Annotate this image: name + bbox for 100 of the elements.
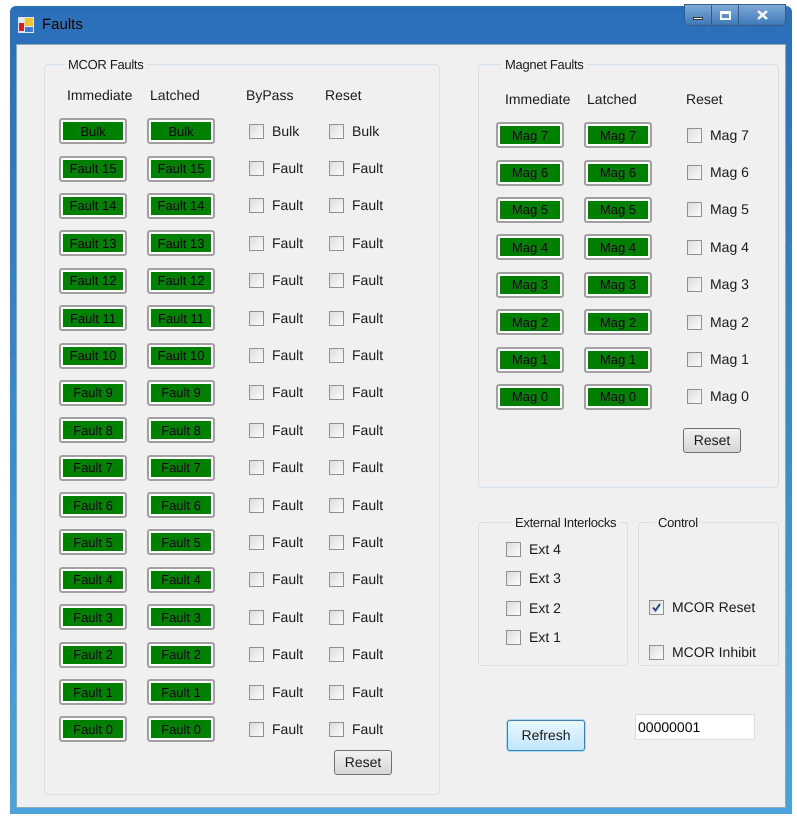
checkbox[interactable]: Fault — [249, 457, 329, 478]
fault-indicator: Mag 5 — [496, 196, 564, 223]
checkbox[interactable]: Fault — [329, 718, 384, 740]
checkbox[interactable]: Ext 4 — [506, 538, 561, 560]
group-title: External Interlocks — [514, 514, 618, 532]
checkbox[interactable]: Mag 5 — [687, 199, 749, 220]
checkbox[interactable]: Mag 2 — [687, 312, 749, 333]
column-header: ByPass — [245, 86, 294, 105]
checkbox[interactable]: Ext 3 — [506, 568, 561, 590]
checkbox[interactable]: MCOR Reset — [649, 596, 756, 618]
checkbox[interactable]: Mag 6 — [687, 162, 749, 184]
fault-indicator: Fault 2 — [59, 642, 127, 668]
checkbox[interactable]: Mag 7 — [687, 124, 749, 146]
fault-indicator: Mag 6 — [496, 160, 564, 186]
checkbox[interactable]: Fault — [329, 420, 384, 441]
refresh-button[interactable]: Refresh — [507, 720, 585, 751]
app-icon — [18, 17, 34, 33]
close-icon — [756, 10, 768, 20]
fault-indicator: Mag 0 — [496, 384, 564, 410]
fault-indicator: Fault 1 — [59, 679, 127, 706]
checkbox[interactable]: Fault — [249, 420, 329, 441]
fault-indicator: Fault 12 — [59, 268, 127, 294]
close-button[interactable] — [739, 5, 785, 25]
column-header: Reset — [324, 86, 362, 104]
fault-indicator: Mag 7 — [496, 122, 564, 148]
fault-indicator: Bulk — [147, 118, 215, 144]
fault-indicator: Fault 10 — [59, 342, 127, 369]
checkbox[interactable]: Mag 4 — [687, 236, 749, 258]
column-header: Immediate — [504, 90, 572, 108]
fault-indicator: Mag 2 — [496, 309, 564, 336]
checkbox[interactable]: MCOR Inhibit — [649, 642, 756, 662]
minimize-button[interactable] — [685, 5, 712, 25]
reset-button[interactable]: Reset — [683, 428, 741, 453]
checkbox[interactable]: Mag 1 — [687, 349, 749, 370]
fault-indicator: Fault 13 — [147, 230, 215, 256]
maximize-button[interactable] — [712, 5, 739, 25]
checkbox[interactable]: Fault — [329, 308, 384, 329]
checkbox[interactable]: Fault — [249, 382, 329, 404]
checkbox[interactable]: Fault — [249, 569, 329, 590]
checkbox[interactable]: Fault — [249, 682, 329, 703]
checkbox[interactable]: Bulk — [329, 120, 380, 142]
reset-button[interactable]: Reset — [334, 750, 392, 776]
fault-indicator: Fault 6 — [147, 492, 215, 518]
fault-indicator: Mag 3 — [496, 272, 564, 298]
fault-indicator: Fault 8 — [147, 417, 215, 444]
checkbox[interactable]: Ext 2 — [506, 598, 561, 619]
fault-indicator: Fault 3 — [59, 604, 127, 630]
column-header: Reset — [685, 90, 723, 108]
checkbox[interactable]: Mag 0 — [687, 386, 749, 408]
column-header: Latched — [586, 90, 638, 108]
checkbox[interactable]: Fault — [329, 232, 384, 254]
value-field[interactable]: 00000001 — [635, 714, 755, 740]
fault-indicator: Mag 4 — [584, 234, 652, 260]
fault-indicator: Mag 5 — [584, 196, 652, 223]
column-header: Immediate — [66, 86, 134, 104]
group-title: Control — [657, 514, 699, 532]
checkbox[interactable]: Fault — [249, 718, 329, 740]
fault-indicator: Fault 0 — [59, 716, 127, 742]
checkbox[interactable]: Fault — [329, 532, 384, 553]
fault-indicator: Mag 3 — [584, 272, 652, 298]
checkbox[interactable]: Fault — [329, 345, 384, 366]
checkbox[interactable]: Fault — [249, 532, 329, 553]
fault-indicator: Fault 8 — [59, 417, 127, 444]
checkbox[interactable]: Fault — [329, 606, 384, 628]
checkbox[interactable]: Fault — [329, 158, 384, 180]
checkbox[interactable]: Fault — [249, 270, 329, 292]
check-icon — [651, 602, 662, 612]
checkbox[interactable]: Fault — [249, 158, 329, 180]
checkbox[interactable]: Mag 3 — [687, 274, 749, 296]
checkbox[interactable]: Fault — [329, 270, 384, 292]
checkbox[interactable]: Fault — [329, 494, 384, 516]
checkbox[interactable]: Fault — [249, 345, 329, 366]
checkbox[interactable]: Fault — [329, 382, 384, 404]
checkbox[interactable]: Fault — [329, 569, 384, 590]
fault-indicator: Fault 14 — [147, 192, 215, 219]
checkbox[interactable]: Fault — [329, 644, 384, 666]
fault-indicator: Fault 13 — [59, 230, 127, 256]
fault-indicator: Mag 6 — [584, 160, 652, 186]
checkbox[interactable]: Fault — [329, 457, 384, 478]
fault-indicator: Fault 6 — [59, 492, 127, 518]
checkbox[interactable]: Fault — [249, 308, 329, 329]
checkbox[interactable]: Fault — [249, 232, 329, 254]
checkbox[interactable]: Fault — [329, 682, 384, 703]
checkbox[interactable]: Ext 1 — [506, 627, 561, 648]
fault-indicator: Fault 15 — [59, 156, 127, 182]
checkbox[interactable]: Fault — [249, 195, 329, 216]
checkbox[interactable]: Bulk — [249, 120, 329, 142]
group-title: Magnet Faults — [504, 56, 584, 74]
checkbox[interactable]: Fault — [249, 606, 329, 628]
checkbox[interactable]: Fault — [329, 195, 384, 216]
fault-indicator: Fault 5 — [59, 529, 127, 556]
checkbox[interactable]: Fault — [249, 494, 329, 516]
fault-indicator: Fault 14 — [59, 192, 127, 219]
fault-indicator: Fault 9 — [59, 380, 127, 406]
fault-indicator: Fault 10 — [147, 342, 215, 369]
group-title: MCOR Faults — [67, 56, 144, 74]
fault-indicator: Fault 4 — [147, 566, 215, 593]
fault-indicator: Fault 11 — [147, 305, 215, 332]
fault-indicator: Bulk — [59, 118, 127, 144]
checkbox[interactable]: Fault — [249, 644, 329, 666]
